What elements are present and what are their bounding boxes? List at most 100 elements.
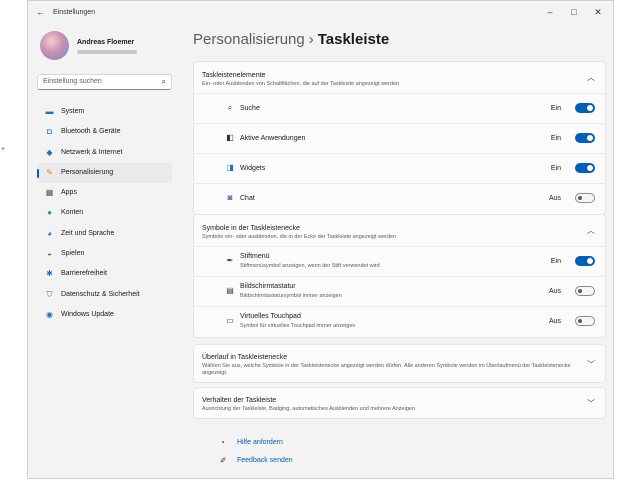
section-subtitle: Wählen Sie aus, welche Symbole in der Ta… [202,363,571,376]
sidebar-item-label: Zeit und Sprache [61,229,115,237]
help-link[interactable]: ◔ Hilfe anfordern [1,436,301,450]
section-title: Überlauf in Taskleistenecke [202,354,288,361]
accessibility-icon: ✱ [46,269,53,279]
page-title: Personalisierung › Taskleiste [193,31,389,48]
pen-icon: ✎ [46,167,53,177]
row-label: Virtuelles Touchpad [240,313,301,320]
section-subtitle: Ausrichtung der Taskleiste, Badging, aut… [202,406,416,412]
sidebar-item-label: Konten [61,209,84,217]
search-placeholder: Einstellung suchen [43,78,102,85]
setting-row-pen-menu: ✒ Stiftmenü Stiftmenüsymbol anzeigen, we… [194,247,605,277]
gamepad-icon: ◒ [47,249,52,259]
sidebar-item-accounts[interactable]: ● Konten [37,203,172,223]
active-apps-toggle[interactable] [575,133,595,143]
corner-overflow-expander[interactable]: Überlauf in Taskleistenecke Wählen Sie a… [193,344,606,383]
sidebar-item-label: Apps [61,189,77,197]
row-label: Stiftmenü [240,253,270,260]
sidebar-item-label: Windows Update [61,310,114,318]
user-profile[interactable]: Andreas Floemer [40,31,170,61]
sidebar-item-system[interactable]: ▬ System [37,102,172,122]
widgets-toggle[interactable] [575,163,595,173]
section-title: Symbole in der Taskleistenecke [202,225,300,232]
setting-row-search: ⌕ Suche Ein [194,94,605,124]
pen-menu-toggle[interactable] [575,256,595,266]
setting-row-touch-keyboard: ▤ Bildschirmtastatur Bildschirmtastaturs… [194,277,605,307]
sidebar-item-personalization[interactable]: ✎ Personalisierung [37,162,172,184]
avatar [40,31,69,60]
toggle-state: Ein [550,258,561,265]
sidebar-item-network[interactable]: ◆ Netzwerk & Internet [37,143,172,163]
back-arrow-icon[interactable]: ← [36,7,45,17]
taskbar-items-card: Taskleistenelemente Ein- oder Ausblenden… [193,61,606,215]
setting-row-virtual-touchpad: ▭ Virtuelles Touchpad Symbol für virtuel… [194,307,605,337]
toggle-state: Aus [548,318,561,325]
corner-icons-card: Symbole in der Taskleistenecke Symbole e… [193,214,606,338]
search-icon: ⌕ [161,77,166,86]
setting-row-active-apps: ◧ Aktive Anwendungen Ein [194,124,605,154]
title-bar: ← Einstellungen – □ ✕ [28,1,613,27]
cursor-mark-icon: + [1,146,6,153]
help-icon: ◔ [220,438,225,447]
sidebar-item-privacy[interactable]: ⛉ Datenschutz & Sicherheit [37,285,172,305]
touch-keyboard-toggle[interactable] [575,286,595,296]
sidebar-item-label: Netzwerk & Internet [61,148,123,156]
taskbar-behavior-expander[interactable]: Verhalten der Taskleiste Ausrichtung der… [193,387,606,419]
task-view-icon: ◧ [226,133,234,142]
sidebar: Andreas Floemer Einstellung suchen ⌕ ▬ Sy… [28,27,178,467]
feedback-link[interactable]: ✐ Feedback senden [1,454,301,468]
section-title: Verhalten der Taskleiste [202,397,277,404]
row-description: Stiftmenüsymbol anzeigen, wenn der Stift… [240,263,380,269]
toggle-state: Aus [548,288,561,295]
toggle-state: Ein [550,105,561,112]
breadcrumb-parent[interactable]: Personalisierung [193,31,305,48]
row-description: Bildschirmtastatursymbol immer anzeigen [240,293,342,299]
sidebar-item-accessibility[interactable]: ✱ Barrierefreiheit [37,264,172,284]
toggle-state: Ein [550,165,561,172]
sidebar-item-time-language[interactable]: ◕ Zeit und Sprache [37,224,172,244]
virtual-touchpad-toggle[interactable] [575,316,595,326]
row-label: Bildschirmtastatur [240,283,296,290]
taskbar-items-header[interactable]: Taskleistenelemente Ein- oder Ausblenden… [194,62,605,94]
row-description: Symbol für virtuelles Touchpad immer anz… [240,323,356,329]
sidebar-item-apps[interactable]: ▦ Apps [37,183,172,203]
sidebar-item-label: Datenschutz & Sicherheit [61,290,140,298]
maximize-icon[interactable]: □ [564,5,584,19]
setting-row-widgets: ◨ Widgets Ein [194,154,605,184]
globe-clock-icon: ◕ [47,228,52,238]
minimize-icon[interactable]: – [540,5,560,19]
widgets-icon: ◨ [226,163,234,172]
profile-email-redacted [77,50,137,54]
row-label: Chat [240,195,255,202]
row-label: Aktive Anwendungen [240,135,306,142]
help-link-text[interactable]: Hilfe anfordern [237,439,283,446]
search-icon: ⌕ [227,103,233,112]
person-icon: ● [47,208,52,218]
feedback-link-text[interactable]: Feedback senden [237,457,293,464]
monitor-icon: ▬ [45,107,54,116]
sidebar-item-bluetooth[interactable]: ◘ Bluetooth & Geräte [37,122,172,142]
row-label: Suche [240,105,260,112]
pen-menu-icon: ✒ [226,256,234,265]
search-toggle[interactable] [575,103,595,113]
chat-toggle[interactable] [575,193,595,203]
touchpad-icon: ▭ [226,316,234,325]
sidebar-item-gaming[interactable]: ◒ Spielen [37,244,172,264]
apps-icon: ▦ [45,188,54,198]
bluetooth-icon: ◘ [47,127,52,137]
close-icon[interactable]: ✕ [588,5,608,19]
chevron-up-icon[interactable]: ︿ [587,72,595,83]
sidebar-item-windows-update[interactable]: ◉ Windows Update [37,305,172,325]
chevron-down-icon[interactable]: ﹀ [587,398,595,409]
toggle-state: Ein [550,135,561,142]
sidebar-item-label: Bluetooth & Geräte [61,128,121,136]
chevron-down-icon[interactable]: ﹀ [587,359,595,370]
section-title: Taskleistenelemente [202,72,266,79]
nav-list: ▬ System ◘ Bluetooth & Geräte ◆ Netzwerk & … [37,102,172,325]
row-label: Widgets [240,165,266,172]
search-input[interactable]: Einstellung suchen ⌕ [37,74,172,90]
shield-icon: ⛉ [46,289,53,299]
corner-icons-header[interactable]: Symbole in der Taskleistenecke Symbole e… [194,215,605,247]
sidebar-item-label: Personalisierung [61,168,114,176]
chevron-up-icon[interactable]: ︿ [587,225,595,236]
toggle-state: Aus [548,195,561,202]
